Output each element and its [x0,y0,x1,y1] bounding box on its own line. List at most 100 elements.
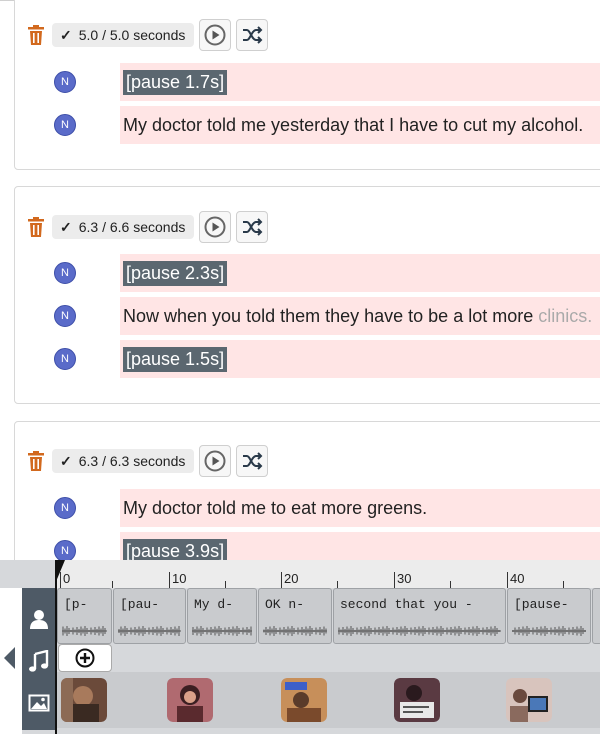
scene-thumbnail[interactable] [61,678,107,722]
transcript-row[interactable]: N [pause 1.7s] [0,63,600,101]
audio-clip[interactable]: My d- [187,588,257,644]
check-icon: ✓ [60,26,72,43]
speaker-avatar[interactable]: N [54,348,76,370]
shuffle-icon [243,452,263,470]
clip-label: OK n- [265,597,305,612]
ruler-major-tick [281,572,282,588]
ruler-minor-tick [225,581,226,588]
duration-label: 6.3 / 6.6 seconds [78,219,186,235]
ruler-minor-tick [337,581,338,588]
transcript-editor: ✓ 5.0 / 5.0 seconds N [pause 1.7s] N My … [0,0,600,560]
pause-marker[interactable]: [pause 3.9s] [123,539,228,560]
audio-clip[interactable]: [pau- [113,588,186,644]
duration-badge: ✓ 6.3 / 6.3 seconds [52,449,195,473]
waveform-icon [118,626,181,636]
transcript-row[interactable]: N [pause 2.3s] [0,254,600,292]
play-button[interactable] [199,211,232,243]
trash-icon[interactable] [26,450,46,472]
scene-thumbnail[interactable] [281,678,327,722]
clip-label: [p- [64,597,88,612]
clip-label: second that you - [340,597,473,612]
segment-text[interactable]: [pause 3.9s] [120,532,600,560]
audio-clip[interactable] [592,588,600,644]
waveform-icon [512,626,586,636]
add-clip-button[interactable] [58,644,112,672]
playhead-handle[interactable] [55,560,65,584]
ruler-label: 30 [397,571,412,586]
shuffle-icon [243,218,263,236]
person-icon[interactable] [28,608,50,630]
segment-text[interactable]: [pause 2.3s] [120,254,600,292]
shuffle-button[interactable] [236,211,269,243]
ruler-minor-tick [450,581,451,588]
waveform-icon [263,626,327,636]
clip-label: [pau- [120,597,160,612]
shuffle-button[interactable] [236,445,269,477]
audio-clip[interactable]: second that you - [333,588,506,644]
transcript-row[interactable]: N [pause 1.5s] [0,340,600,378]
play-button[interactable] [199,19,232,51]
shuffle-icon [243,26,263,44]
audio-clip[interactable]: [pause- [507,588,591,644]
playhead[interactable] [55,560,57,734]
block-controls: ✓ 6.3 / 6.3 seconds [26,444,269,478]
check-icon: ✓ [60,452,72,469]
timeline-gutter [0,588,22,734]
ruler-label: 20 [284,571,299,586]
ruler-major-tick [507,572,508,588]
ruler-minor-tick [112,581,113,588]
shuffle-button[interactable] [236,19,269,51]
music-note-icon[interactable] [28,650,50,672]
triangle-left-icon[interactable] [3,646,17,670]
ruler-major-tick [169,572,170,588]
audio-clip[interactable]: [p- [57,588,112,644]
pause-marker[interactable]: [pause 2.3s] [123,261,228,286]
speaker-avatar[interactable]: N [54,71,76,93]
pause-marker[interactable]: [pause 1.7s] [123,70,228,95]
segment-words[interactable]: Now when you told them they have to be a… [123,306,533,326]
pause-marker[interactable]: [pause 1.5s] [123,347,228,372]
speaker-avatar[interactable]: N [54,540,76,560]
play-icon [204,216,226,238]
ruler-major-tick [394,572,395,588]
check-icon: ✓ [60,218,72,235]
lane-icons [22,588,56,730]
transcript-row[interactable]: N My doctor told me to eat more greens. [0,489,600,527]
image-icon[interactable] [28,692,50,714]
segment-overflow-words[interactable]: clinics. [538,306,592,326]
transcript-row[interactable]: N [pause 3.9s] [0,532,600,560]
speaker-avatar[interactable]: N [54,114,76,136]
transcript-row[interactable]: N My doctor told me yesterday that I hav… [0,106,600,144]
play-icon [204,24,226,46]
time-ruler[interactable]: 0 10 20 30 40 [56,560,600,588]
duration-badge: ✓ 5.0 / 5.0 seconds [52,23,195,47]
app: ✓ 5.0 / 5.0 seconds N [pause 1.7s] N My … [0,0,600,734]
segment-text[interactable]: [pause 1.5s] [120,340,600,378]
segment-text[interactable]: My doctor told me to eat more greens. [120,489,600,527]
clip-label: [pause- [514,597,569,612]
segment-text[interactable]: [pause 1.7s] [120,63,600,101]
trash-icon[interactable] [26,24,46,46]
block-controls: ✓ 6.3 / 6.6 seconds [26,210,269,244]
play-button[interactable] [199,445,232,477]
audio-clip[interactable]: OK n- [258,588,332,644]
transcript-row[interactable]: N Now when you told them they have to be… [0,297,600,335]
waveform-icon [338,626,501,636]
speaker-avatar[interactable]: N [54,305,76,327]
scene-thumbnail[interactable] [506,678,552,722]
speaker-avatar[interactable]: N [54,497,76,519]
waveform-icon [192,626,252,636]
ruler-minor-tick [563,581,564,588]
plus-circle-icon [75,648,95,668]
trash-icon[interactable] [26,216,46,238]
speaker-avatar[interactable]: N [54,262,76,284]
waveform-icon [62,626,107,636]
scene-thumbnail[interactable] [394,678,440,722]
ruler-label: 10 [172,571,187,586]
segment-text[interactable]: My doctor told me yesterday that I have … [120,106,600,144]
scene-thumbnail[interactable] [167,678,213,722]
ruler-label: 40 [510,571,525,586]
block-controls: ✓ 5.0 / 5.0 seconds [26,18,269,52]
segment-text[interactable]: Now when you told them they have to be a… [120,297,600,335]
duration-badge: ✓ 6.3 / 6.6 seconds [52,215,195,239]
